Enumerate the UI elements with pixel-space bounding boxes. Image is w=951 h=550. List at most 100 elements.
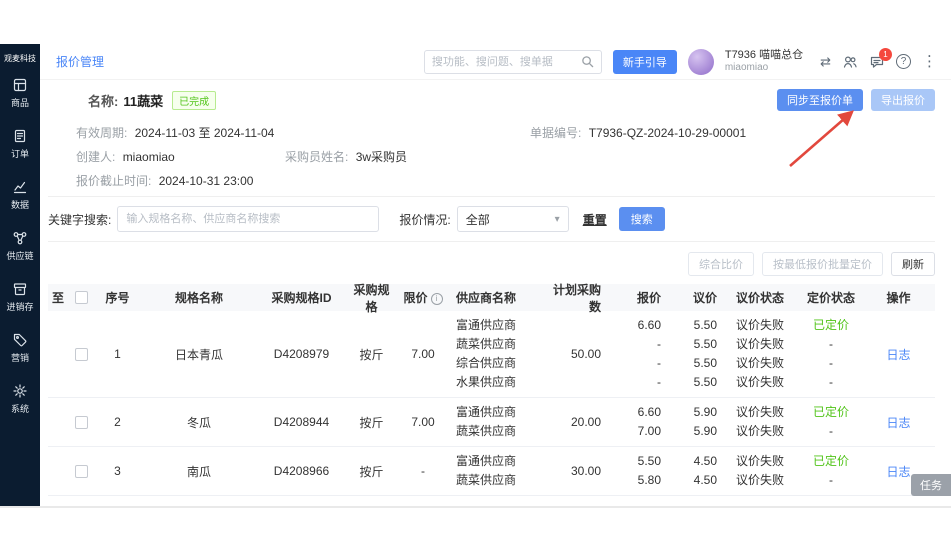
more-menu-icon[interactable]: ⋮: [922, 54, 937, 69]
messages-icon[interactable]: 1: [869, 54, 885, 70]
price-statuses: 已定价-: [800, 452, 862, 490]
period-row: 有效周期: 2024-11-03 至 2024-11-04 单据编号: T793…: [76, 124, 935, 138]
search-button[interactable]: 搜索: [619, 207, 665, 231]
user-info[interactable]: T7936 喵喵总仓 miaomiao: [725, 49, 803, 74]
filter-section: 关键字搜索: 报价情况: 全部 ▾ 重置 搜索: [48, 206, 935, 232]
row-checkbox[interactable]: [75, 465, 88, 478]
topbar: 报价管理 新手引导 T7936 喵喵总仓 miaomiao ⇄: [40, 44, 951, 80]
column-header-bargain: 议价: [664, 289, 720, 306]
page-title[interactable]: 报价管理: [56, 53, 104, 70]
name-label: 名称:: [88, 91, 118, 110]
guide-button[interactable]: 新手引导: [613, 50, 677, 74]
content: 名称: 11蔬菜 已完成 同步至报价单 导出报价 有效周期: 2024-11-0…: [40, 80, 951, 506]
row-index: 2: [95, 415, 140, 429]
log-link[interactable]: 日志: [886, 348, 910, 362]
row-index: 3: [95, 464, 140, 478]
main-area: 报价管理 新手引导 T7936 喵喵总仓 miaomiao ⇄: [40, 44, 951, 506]
deadline-value: 2024-10-31 23:00: [159, 174, 254, 188]
reset-button[interactable]: 重置: [583, 211, 607, 228]
keyword-input[interactable]: [117, 206, 379, 232]
unread-badge: 1: [879, 48, 892, 61]
log-link[interactable]: 日志: [886, 465, 910, 479]
quote-status-select[interactable]: 全部 ▾: [457, 206, 569, 232]
sidebar-item-supply-chain[interactable]: 供应链: [6, 230, 33, 262]
search-icon[interactable]: [581, 55, 594, 68]
service-icon[interactable]: [842, 54, 858, 70]
status-badge: 已完成: [172, 91, 216, 110]
row-actions: 日志: [862, 346, 935, 363]
plan-qty: 50.00: [540, 347, 604, 361]
topbar-right: 新手引导 T7936 喵喵总仓 miaomiao ⇄ 1 ? ⋮: [424, 49, 937, 75]
sidebar-item-orders[interactable]: 订单: [6, 128, 33, 160]
bargain-statuses: 议价失败议价失败: [720, 403, 800, 441]
column-header-limit: 限价i: [398, 289, 448, 306]
app-logo: 观麦科技: [4, 44, 36, 77]
inventory-icon: [12, 281, 28, 297]
column-header-idx: 序号: [95, 289, 140, 306]
sidebar-item-inventory[interactable]: 进销存: [6, 281, 33, 313]
column-header-op: 操作: [862, 289, 935, 306]
sidebar-item-label: 供应链: [6, 249, 33, 262]
table-header-row: 至序号规格名称采购规格ID采购规格限价i供应商名称计划采购数报价议价议价状态定价…: [48, 284, 935, 311]
sidebar-item-products[interactable]: 商品: [6, 77, 33, 109]
sidebar-item-label: 订单: [11, 147, 29, 160]
table-body: 1日本青瓜D4208979按斤7.00富通供应商蔬菜供应商综合供应商水果供应商5…: [48, 311, 935, 496]
refresh-button[interactable]: 刷新: [891, 252, 935, 276]
row-checkbox[interactable]: [75, 348, 88, 361]
avatar[interactable]: [688, 49, 714, 75]
sidebar-item-system[interactable]: 系统: [6, 383, 33, 415]
spec-name: 日本青瓜: [140, 346, 258, 363]
creator-label: 创建人:: [76, 150, 115, 164]
row-check-cell: [68, 416, 95, 429]
help-icon[interactable]: ?: [896, 54, 911, 69]
column-header-pstatus: 定价状态: [800, 289, 862, 306]
period-label: 有效周期:: [76, 126, 127, 140]
buyer-pair: 采购员姓名: 3w采购员: [285, 148, 407, 165]
buyer-label: 采购员姓名:: [285, 150, 348, 164]
column-header-freeze: 至: [48, 289, 68, 306]
limit-price: 7.00: [398, 347, 448, 361]
switch-account-icon[interactable]: ⇄: [820, 55, 831, 68]
export-quote-button[interactable]: 导出报价: [871, 89, 935, 111]
column-header-qty: 计划采购数: [540, 281, 604, 315]
supplier-quotes: 6.607.00: [604, 403, 664, 441]
table-row: 3南瓜D4208966按斤-富通供应商蔬菜供应商30.005.505.804.5…: [48, 447, 935, 496]
global-search[interactable]: [424, 50, 602, 74]
supplier-bargains: 5.905.90: [664, 403, 720, 441]
task-tab[interactable]: 任务: [911, 474, 951, 496]
data-icon: [12, 179, 28, 195]
user-name: miaomiao: [725, 62, 803, 74]
log-link[interactable]: 日志: [886, 416, 910, 430]
purchase-unit: 按斤: [345, 463, 398, 480]
global-search-input[interactable]: [432, 56, 581, 68]
limit-price-info-icon[interactable]: i: [431, 293, 443, 305]
column-header-quote: 报价: [604, 289, 664, 306]
quote-status-label: 报价情况:: [399, 211, 450, 228]
limit-price: 7.00: [398, 415, 448, 429]
table-toolbar: 综合比价 按最低报价批量定价 刷新: [48, 252, 935, 276]
compare-prices-button[interactable]: 综合比价: [688, 252, 754, 276]
period-value: 2024-11-03 至 2024-11-04: [135, 126, 275, 140]
divider: [48, 196, 935, 197]
spec-name: 南瓜: [140, 463, 258, 480]
divider: [48, 241, 935, 242]
purchase-unit: 按斤: [345, 346, 398, 363]
sidebar-item-label: 数据: [11, 198, 29, 211]
table-row: 2冬瓜D4208944按斤7.00富通供应商蔬菜供应商20.006.607.00…: [48, 398, 935, 447]
price-statuses: 已定价-: [800, 403, 862, 441]
sidebar-item-label: 商品: [11, 96, 29, 109]
select-all-checkbox[interactable]: [75, 291, 88, 304]
row-checkbox[interactable]: [75, 416, 88, 429]
sync-to-quote-button[interactable]: 同步至报价单: [777, 89, 863, 111]
sidebar-menu: 商品订单数据供应链进销存营销系统: [6, 77, 33, 434]
quote-detail-section: 名称: 11蔬菜 已完成 同步至报价单 导出报价 有效周期: 2024-11-0…: [76, 89, 935, 186]
batch-lowest-price-button[interactable]: 按最低报价批量定价: [762, 252, 883, 276]
system-icon: [12, 383, 28, 399]
column-header-check: [68, 291, 95, 304]
sidebar-item-marketing[interactable]: 营销: [6, 332, 33, 364]
buyer-value: 3w采购员: [356, 150, 407, 164]
sidebar-item-data[interactable]: 数据: [6, 179, 33, 211]
doc-number-pair: 单据编号: T7936-QZ-2024-10-29-00001: [530, 124, 746, 141]
keyword-label: 关键字搜索:: [48, 211, 111, 228]
quote-status-value: 全部: [466, 211, 490, 228]
